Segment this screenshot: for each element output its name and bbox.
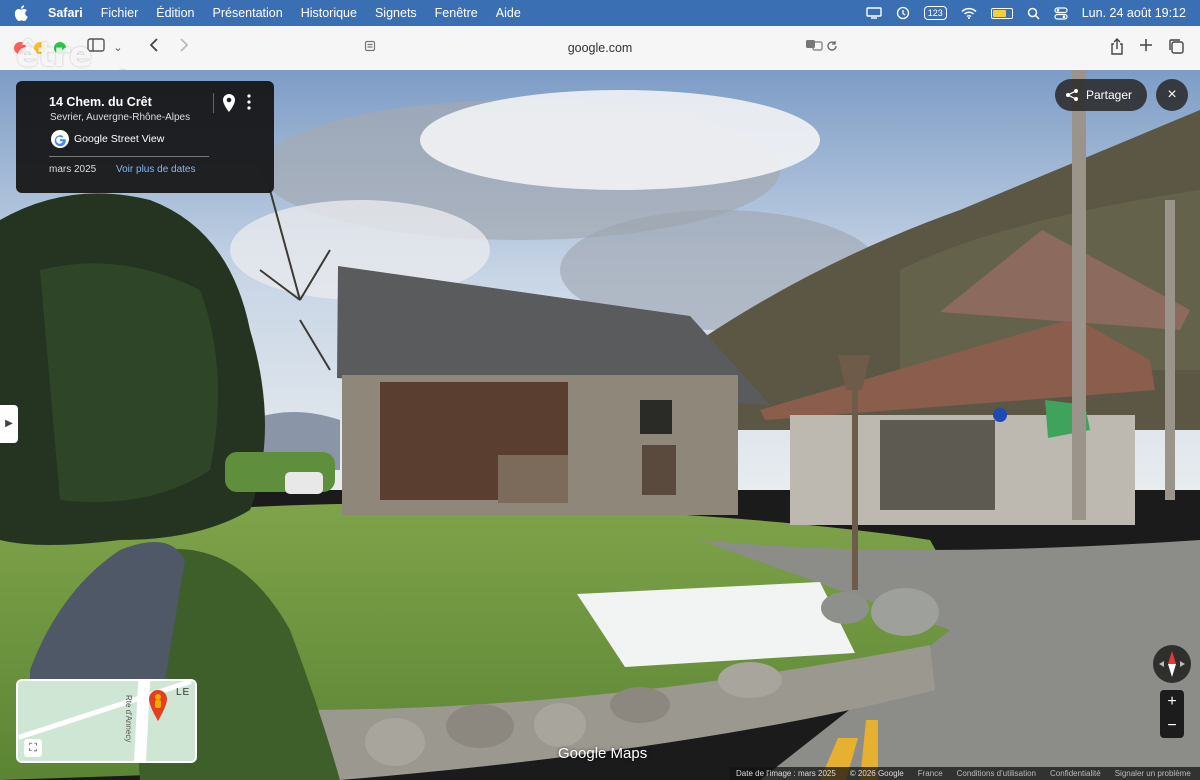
expand-panel-chevron-icon[interactable]: ▶ [0,405,18,443]
image-date: Date de l'image : mars 2025 [736,769,836,778]
new-tab-icon[interactable] [1136,38,1156,58]
address-locality: Sevrier, Auvergne-Rhône-Alpes [50,112,191,123]
browser-toolbar: ⌄ google.com être proprio [0,26,1200,102]
menu-presentation[interactable]: Présentation [204,6,292,20]
battery-icon[interactable] [990,7,1013,19]
menu-bar: Safari Fichier Édition Présentation Hist… [0,0,1200,26]
keyboard-input-indicator[interactable]: 123 [923,6,947,20]
pegman-icon[interactable] [147,689,169,723]
address-title: 14 Chem. du Crêt [49,95,152,109]
parked-car [285,472,323,494]
minimap-road-label: Rte d'Annecy [124,695,133,743]
panel-divider [213,93,214,113]
expand-map-icon[interactable]: ⛶ [24,739,42,757]
google-maps-brand: Google Maps [558,745,648,762]
wifi-icon[interactable] [961,7,977,19]
more-dates-link[interactable]: Voir plus de dates [116,164,196,175]
utility-pole [1072,70,1086,520]
zoom-controls: + − [1160,690,1184,738]
attribution-footer: Date de l'image : mars 2025 © 2026 Googl… [730,767,1200,780]
panel-separator [49,156,209,157]
share-button[interactable]: Partager [1055,79,1147,111]
minimap-place-label: LE [176,687,191,698]
compass-icon[interactable] [1153,645,1191,683]
menu-historique[interactable]: Historique [292,6,366,20]
provider-label: Google Street View [74,133,165,145]
time-machine-icon[interactable] [896,6,910,20]
translate-icon[interactable] [804,38,824,58]
share-label: Partager [1086,88,1133,102]
menu-fichier[interactable]: Fichier [92,6,148,20]
menu-clock[interactable]: Lun. 24 août 19:12 [1082,6,1186,20]
terms-link[interactable]: Conditions d'utilisation [957,769,1036,778]
zoom-out-button[interactable]: − [1160,714,1184,738]
share-page-icon[interactable] [1107,38,1127,58]
menu-edition[interactable]: Édition [147,6,203,20]
privacy-link[interactable]: Confidentialité [1050,769,1101,778]
white-board [577,582,855,667]
menu-app-safari[interactable]: Safari [42,6,92,20]
more-options-icon[interactable] [246,93,252,111]
forward-button[interactable] [174,38,194,58]
tab-overview-icon[interactable] [1166,38,1186,58]
control-center-icon[interactable] [1054,6,1068,20]
zoom-in-button[interactable]: + [1160,690,1184,714]
apple-icon[interactable] [14,5,28,21]
menu-aide[interactable]: Aide [487,6,530,20]
copyright: © 2026 Google [849,769,904,778]
minimap[interactable]: Rte d'Annecy LE ⛶ [16,679,197,763]
search-icon[interactable] [1027,7,1040,20]
google-logo-icon [51,130,69,148]
share-icon [1066,89,1078,101]
menu-signets[interactable]: Signets [366,6,426,20]
display-icon[interactable] [866,7,882,19]
location-pin-icon[interactable] [221,93,237,113]
report-problem-link[interactable]: Signaler un problème [1115,769,1191,778]
reload-icon[interactable] [822,38,842,58]
close-icon[interactable]: × [1156,79,1188,111]
location-info-panel: 14 Chem. du Crêt Sevrier, Auvergne-Rhône… [16,81,274,193]
menu-fenetre[interactable]: Fenêtre [426,6,487,20]
capture-date: mars 2025 [49,164,97,175]
country-link[interactable]: France [918,769,943,778]
